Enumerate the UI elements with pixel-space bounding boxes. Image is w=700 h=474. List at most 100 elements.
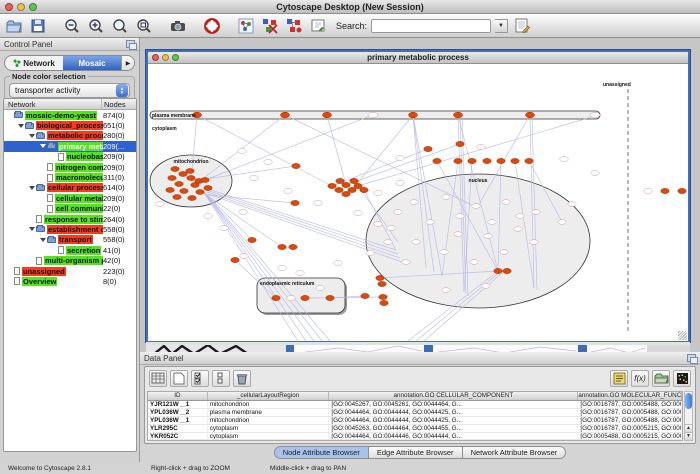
network-node[interactable] (410, 200, 418, 205)
expand-arrow-icon[interactable] (29, 227, 35, 231)
network-edge[interactable] (205, 115, 373, 180)
network-node[interactable] (278, 265, 286, 270)
tab-node-attribute-browser[interactable]: Node Attribute Browser (274, 446, 369, 459)
network-node[interactable] (440, 250, 448, 255)
save-session-icon[interactable] (28, 16, 48, 36)
network-node[interactable] (239, 209, 247, 214)
tree-row-cellular-metabo[interactable]: cellular metabo209(0) (4, 193, 136, 203)
network-edge[interactable] (204, 192, 306, 341)
zoom-fit-icon[interactable] (110, 16, 130, 36)
network-edge[interactable] (205, 194, 282, 247)
app-titlebar[interactable]: Cytoscape Desktop (New Session) (0, 0, 700, 14)
network-node[interactable] (374, 222, 382, 227)
expand-arrow-icon[interactable] (18, 124, 24, 128)
tab-mosaic[interactable]: Mosaic (63, 56, 121, 70)
network-node[interactable] (525, 158, 533, 163)
network-node[interactable] (301, 295, 309, 300)
vizmapper-ring-icon[interactable] (202, 16, 222, 36)
network-node[interactable] (175, 182, 183, 187)
network-node[interactable] (272, 295, 280, 300)
network-node[interactable] (442, 195, 450, 200)
network-edge[interactable] (207, 195, 330, 341)
network-edge[interactable] (206, 194, 322, 341)
network-node[interactable] (472, 204, 480, 209)
table-row[interactable]: YKR052Ccytoplasm[GO:0044464, GO:0044446,… (148, 433, 682, 441)
network-node[interactable] (514, 227, 522, 232)
tree-column-nodes[interactable]: Nodes (102, 99, 136, 109)
tree-row-cell-communicat[interactable]: cell communicat22(0) (4, 204, 136, 214)
expand-arrow-icon[interactable] (40, 238, 46, 242)
network-node[interactable] (326, 295, 334, 300)
tree-row-cellular-process[interactable]: cellular process614(0) (4, 183, 136, 193)
network-node[interactable] (470, 260, 478, 265)
open-session-icon[interactable] (4, 16, 24, 36)
network-node[interactable] (678, 188, 686, 193)
network-node[interactable] (442, 288, 450, 293)
network-node[interactable] (281, 112, 290, 118)
network-node[interactable] (314, 200, 322, 205)
network-node[interactable] (284, 188, 292, 193)
float-panel-icon[interactable] (126, 40, 135, 48)
import-attributes-icon[interactable] (652, 370, 670, 387)
network-node[interactable] (394, 210, 402, 215)
network-node[interactable] (502, 200, 510, 205)
network-window[interactable]: primary metabolic process plasma membran… (146, 50, 690, 342)
network-node[interactable] (168, 176, 176, 181)
column-header[interactable]: _cellularLayoutRegion (208, 392, 330, 400)
network-node[interactable] (201, 178, 209, 183)
matrix-view-icon[interactable] (673, 370, 691, 387)
table-scrollbar[interactable]: ▲ ▼ (684, 391, 693, 441)
network-node[interactable] (384, 240, 392, 245)
network-node[interactable] (156, 201, 164, 206)
create-attribute-icon[interactable] (170, 370, 188, 387)
network-node[interactable] (250, 175, 258, 180)
table-row[interactable]: YPL036W__1mitochondrion[GO:0044464, GO:0… (148, 417, 682, 425)
column-header[interactable]: annotation.GO CELLULAR_COMPONENT (329, 392, 578, 400)
network-node[interactable] (526, 112, 535, 118)
network-node[interactable] (494, 268, 502, 273)
attribute-batch-icon[interactable] (610, 370, 628, 387)
network-node[interactable] (292, 163, 300, 168)
network-node[interactable] (468, 158, 476, 163)
tree-row-metabolic-process[interactable]: metabolic process280(0) (4, 131, 136, 141)
network-node[interactable] (484, 234, 492, 239)
network-node[interactable] (500, 250, 508, 255)
network-node[interactable] (516, 214, 524, 219)
network-node[interactable] (387, 225, 395, 230)
scroll-up-icon[interactable]: ▲ (685, 424, 692, 432)
unselect-all-attributes-icon[interactable] (212, 370, 230, 387)
network-node[interactable] (560, 156, 568, 161)
network-node[interactable] (378, 281, 386, 286)
annotation-icon[interactable] (308, 16, 328, 36)
network-node[interactable] (354, 210, 362, 215)
network-node[interactable] (180, 189, 188, 194)
more-tabs-arrow-icon[interactable]: ▶ (121, 56, 134, 70)
network-node[interactable] (376, 275, 384, 280)
tree-row-response-to-stimul[interactable]: response to stimul264(0) (4, 214, 136, 224)
network-node[interactable] (454, 232, 462, 237)
network-edge[interactable] (327, 115, 346, 185)
float-panel-icon[interactable] (687, 354, 696, 362)
network-node[interactable] (568, 202, 576, 207)
tree-row-nucleobase-[interactable]: nucleobase-209(0) (4, 152, 136, 162)
network-node[interactable] (188, 196, 196, 201)
select-all-attributes-icon[interactable] (191, 370, 209, 387)
network-node[interactable] (366, 250, 374, 255)
network-node[interactable] (483, 158, 491, 163)
table-row[interactable]: YPL036W__2plasma membrane[GO:0044464, GO… (148, 409, 682, 417)
network-node[interactable] (323, 112, 332, 118)
tab-network-attribute-browser[interactable]: Network Attribute Browser (463, 446, 567, 459)
network-window-titlebar[interactable]: primary metabolic process (148, 52, 688, 64)
resize-grip[interactable] (678, 331, 687, 340)
network-node[interactable] (454, 158, 462, 163)
network-node[interactable] (238, 148, 246, 153)
network-node[interactable] (316, 285, 324, 290)
network-node[interactable] (374, 190, 382, 195)
network-node[interactable] (335, 187, 343, 192)
network-node[interactable] (342, 191, 350, 196)
tab-network[interactable]: Network (5, 56, 63, 70)
tree-row-mosaic-demo-yeast[interactable]: mosaic-demo-yeast874(0) (4, 110, 136, 120)
search-input[interactable] (371, 19, 491, 33)
network-node[interactable] (350, 178, 358, 183)
network-node[interactable] (591, 170, 599, 175)
